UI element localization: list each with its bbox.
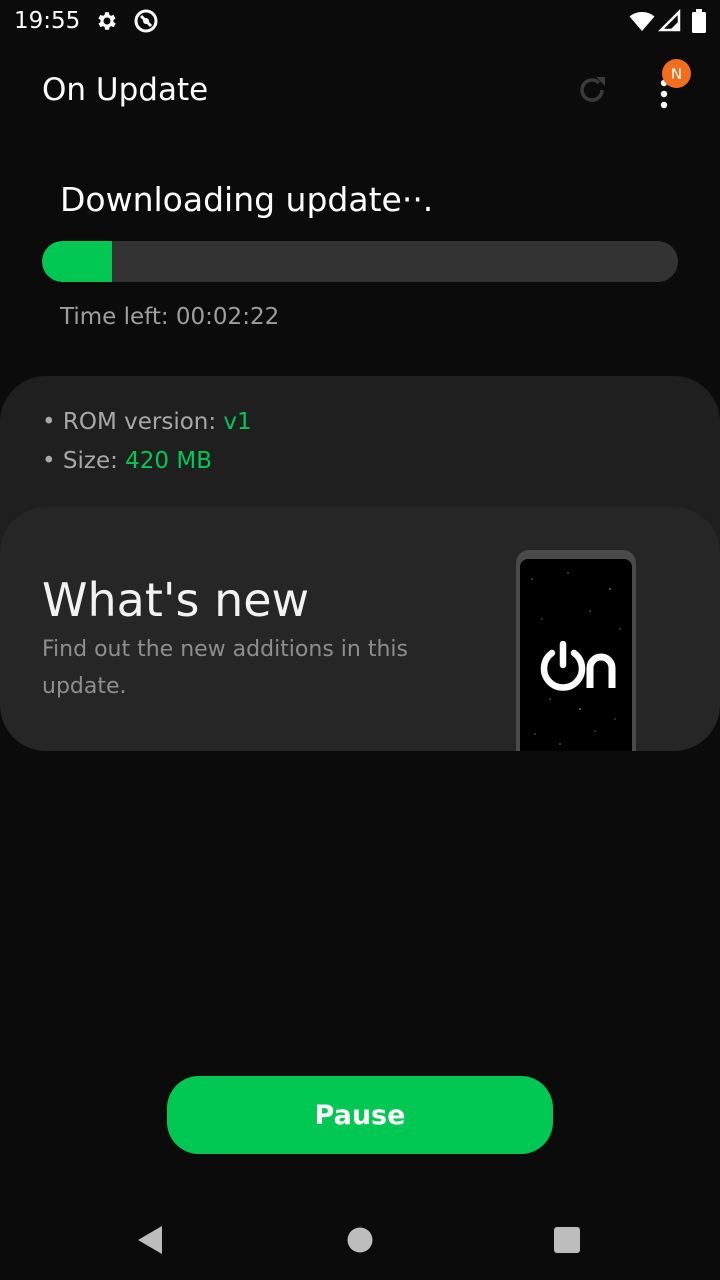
app-title: On Update [42, 72, 209, 108]
status-time: 19:55 [14, 8, 81, 34]
whats-new-card[interactable]: What's new Find out the new additions in… [0, 507, 720, 751]
download-progress-fill [42, 241, 112, 282]
refresh-icon[interactable] [572, 70, 612, 110]
rom-version-line: • ROM version: v1 [42, 409, 252, 435]
size-value: 420 MB [125, 448, 212, 474]
battery-icon [686, 8, 712, 34]
whats-new-description: Find out the new additions in this updat… [42, 637, 408, 699]
size-label: • Size: [42, 448, 126, 474]
pause-button[interactable]: Pause [167, 1076, 553, 1154]
whats-new-title: What's new [42, 573, 310, 627]
power-logo-icon [540, 640, 616, 691]
download-progress-bar [42, 241, 678, 282]
wifi-icon [629, 8, 655, 34]
size-line: • Size: 420 MB [42, 448, 212, 474]
back-icon[interactable] [128, 1218, 172, 1262]
home-icon[interactable] [338, 1218, 382, 1262]
phone-screen [520, 559, 632, 751]
notification-badge: N [662, 59, 691, 88]
on-logo [538, 640, 622, 695]
rom-version-label: • ROM version: [42, 409, 224, 435]
phone-illustration [516, 550, 636, 751]
time-left: Time left: 00:02:22 [60, 304, 280, 330]
download-status: Downloading update··. [60, 180, 434, 219]
do-not-disturb-icon [133, 8, 159, 34]
rom-version-value: v1 [223, 409, 252, 435]
signal-icon [657, 8, 683, 34]
gear-icon [94, 8, 120, 34]
recents-icon[interactable] [545, 1218, 589, 1262]
